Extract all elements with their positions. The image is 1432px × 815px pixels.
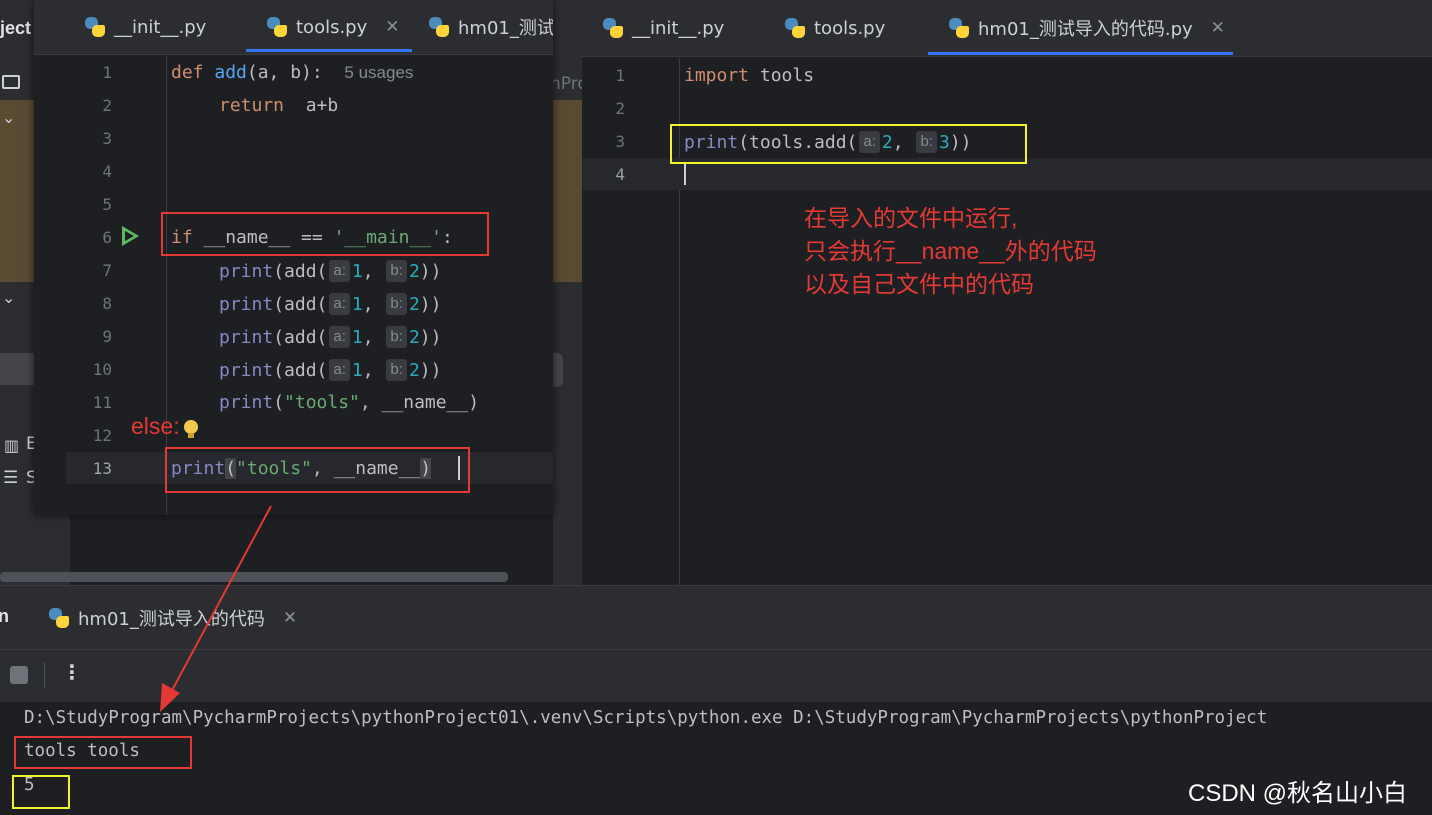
- annotation-arrow: [160, 505, 272, 712]
